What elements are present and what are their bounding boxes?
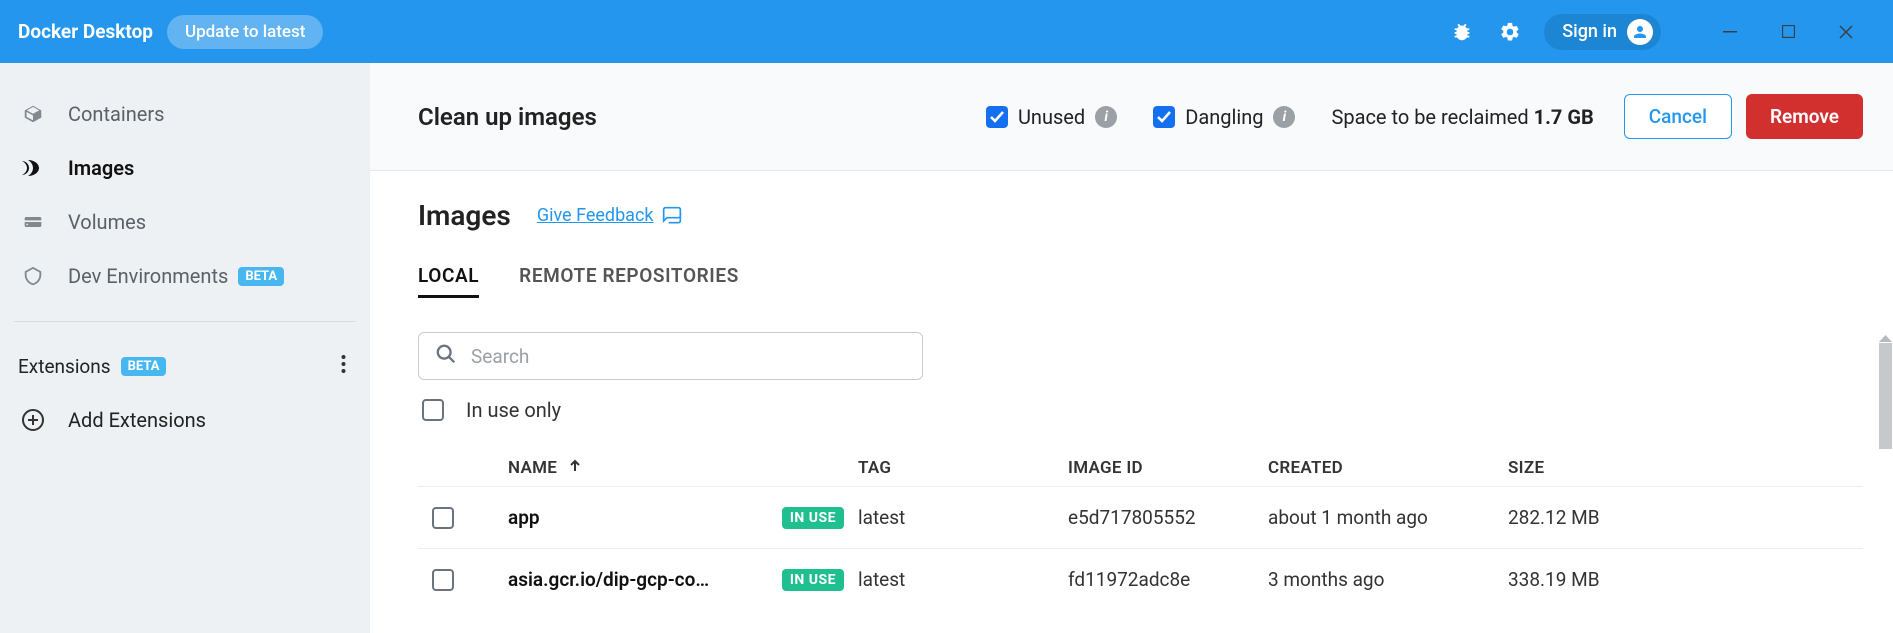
bug-icon[interactable] xyxy=(1448,18,1476,46)
app-title: Docker Desktop xyxy=(18,20,153,43)
search-box[interactable] xyxy=(418,332,923,380)
col-tag[interactable]: TAG xyxy=(858,458,1068,478)
sidebar: Containers Images Volumes Dev Environmen… xyxy=(0,63,370,633)
sidebar-item-containers[interactable]: Containers xyxy=(0,87,370,141)
cleanup-title: Clean up images xyxy=(418,103,597,131)
beta-badge: BETA xyxy=(121,357,167,376)
sidebar-item-label: Images xyxy=(68,156,134,180)
image-tag: latest xyxy=(858,568,1068,591)
close-button[interactable] xyxy=(1817,14,1875,50)
signin-label: Sign in xyxy=(1562,21,1617,42)
image-created: about 1 month ago xyxy=(1268,506,1508,529)
beta-badge: BETA xyxy=(238,267,284,286)
window-controls xyxy=(1701,14,1875,50)
images-table: NAME TAG IMAGE ID CREATED SIZE app xyxy=(418,450,1863,610)
in-use-only-label: In use only xyxy=(466,398,561,422)
plus-circle-icon xyxy=(18,407,48,433)
tab-local[interactable]: LOCAL xyxy=(418,256,479,298)
sidebar-item-label: Containers xyxy=(68,102,165,126)
in-use-badge: IN USE xyxy=(782,569,844,591)
page-title: Images xyxy=(418,199,511,232)
sidebar-item-images[interactable]: Images xyxy=(0,141,370,195)
row-checkbox[interactable] xyxy=(432,569,454,591)
cleanup-bar: Clean up images Unused i Dangling i Spac… xyxy=(370,63,1893,171)
image-tag: latest xyxy=(858,506,1068,529)
info-icon[interactable]: i xyxy=(1095,106,1117,128)
in-use-only-filter: In use only xyxy=(418,398,1863,422)
containers-icon xyxy=(18,101,48,127)
col-image-id[interactable]: IMAGE ID xyxy=(1068,458,1268,478)
image-id: e5d717805552 xyxy=(1068,506,1268,529)
app-header: Docker Desktop Update to latest Sign in xyxy=(0,0,1893,63)
search-input[interactable] xyxy=(471,345,906,368)
sidebar-item-label: Add Extensions xyxy=(68,408,206,432)
gear-icon[interactable] xyxy=(1496,18,1524,46)
in-use-badge: IN USE xyxy=(782,507,844,529)
search-icon xyxy=(435,343,457,369)
image-id: fd11972adc8e xyxy=(1068,568,1268,591)
in-use-only-checkbox[interactable] xyxy=(422,399,444,421)
volumes-icon xyxy=(18,209,48,235)
dangling-label: Dangling xyxy=(1185,105,1263,129)
extensions-menu-button[interactable] xyxy=(335,348,352,385)
col-size[interactable]: SIZE xyxy=(1508,458,1708,478)
tab-remote[interactable]: REMOTE REPOSITORIES xyxy=(519,256,739,298)
minimize-button[interactable] xyxy=(1701,14,1759,50)
unused-checkbox[interactable] xyxy=(986,106,1008,128)
sort-ascending-icon xyxy=(568,458,582,478)
scrollbar-thumb[interactable] xyxy=(1879,343,1892,449)
maximize-button[interactable] xyxy=(1759,14,1817,50)
info-icon[interactable]: i xyxy=(1273,106,1295,128)
table-row[interactable]: app IN USE latest e5d717805552 about 1 m… xyxy=(418,486,1863,548)
remove-button[interactable]: Remove xyxy=(1746,94,1863,139)
dev-env-icon xyxy=(18,263,48,289)
reclaim-text: Space to be reclaimed 1.7 GB xyxy=(1331,105,1593,129)
image-name: asia.gcr.io/dip-gcp-co… xyxy=(508,568,770,591)
dangling-checkbox[interactable] xyxy=(1153,106,1175,128)
feedback-link[interactable]: Give Feedback xyxy=(537,205,682,226)
image-size: 282.12 MB xyxy=(1508,506,1708,529)
image-created: 3 months ago xyxy=(1268,568,1508,591)
sidebar-item-label: Dev Environments xyxy=(68,264,228,288)
extensions-label: Extensions xyxy=(18,355,111,378)
sidebar-divider xyxy=(14,321,356,322)
feedback-icon xyxy=(662,206,682,226)
table-row[interactable]: asia.gcr.io/dip-gcp-co… IN USE latest fd… xyxy=(418,548,1863,610)
row-checkbox[interactable] xyxy=(432,507,454,529)
images-icon xyxy=(18,155,48,181)
main-content: Clean up images Unused i Dangling i Spac… xyxy=(370,63,1893,633)
avatar-icon xyxy=(1627,19,1653,45)
table-header: NAME TAG IMAGE ID CREATED SIZE xyxy=(418,450,1863,486)
dangling-filter: Dangling i xyxy=(1153,105,1295,129)
scroll-up-arrow[interactable] xyxy=(1878,329,1893,341)
cancel-button[interactable]: Cancel xyxy=(1624,94,1732,139)
image-name: app xyxy=(508,506,770,529)
image-size: 338.19 MB xyxy=(1508,568,1708,591)
extensions-header: Extensions BETA xyxy=(0,340,370,393)
sidebar-item-volumes[interactable]: Volumes xyxy=(0,195,370,249)
col-created[interactable]: CREATED xyxy=(1268,458,1508,478)
tabs: LOCAL REMOTE REPOSITORIES xyxy=(418,256,1863,298)
unused-label: Unused xyxy=(1018,105,1085,129)
update-button[interactable]: Update to latest xyxy=(167,15,323,49)
unused-filter: Unused i xyxy=(986,105,1117,129)
col-name[interactable]: NAME xyxy=(508,458,858,478)
sidebar-item-label: Volumes xyxy=(68,210,146,234)
sidebar-item-add-extensions[interactable]: Add Extensions xyxy=(0,393,370,447)
sidebar-item-dev-environments[interactable]: Dev Environments BETA xyxy=(0,249,370,303)
signin-button[interactable]: Sign in xyxy=(1544,14,1661,50)
